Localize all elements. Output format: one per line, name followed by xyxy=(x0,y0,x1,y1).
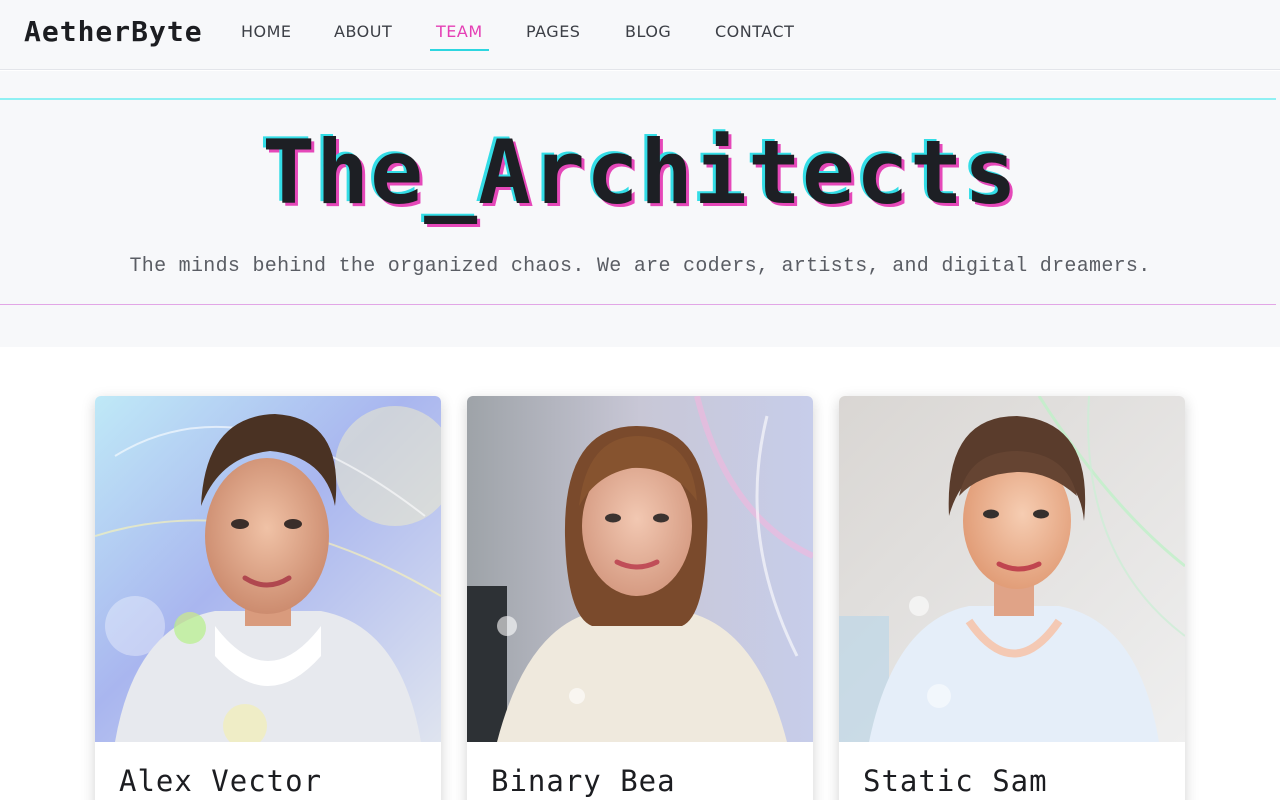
brand-logo[interactable]: AetherByte xyxy=(24,15,203,48)
nav-pages[interactable]: PAGES xyxy=(520,20,586,49)
member-name: Binary Bea xyxy=(491,764,676,798)
nav-contact[interactable]: CONTACT xyxy=(709,20,800,49)
team-card[interactable]: Alex Vector xyxy=(95,396,441,800)
portrait-woman-hoodie-updo xyxy=(839,396,1185,742)
member-name: Static Sam xyxy=(863,764,1048,798)
team-grid: Alex Vector Binary Bea Static Sam xyxy=(0,396,1280,800)
nav-team[interactable]: TEAM xyxy=(430,20,489,51)
team-card[interactable]: Binary Bea xyxy=(467,396,813,800)
top-navbar: AetherByte HOME ABOUT TEAM PAGES BLOG CO… xyxy=(0,0,1280,70)
nav-blog[interactable]: BLOG xyxy=(619,20,677,49)
hero-divider-bottom xyxy=(0,304,1276,305)
member-photo xyxy=(467,396,813,742)
team-card[interactable]: Static Sam xyxy=(839,396,1185,800)
nav-home[interactable]: HOME xyxy=(235,20,298,49)
member-photo xyxy=(839,396,1185,742)
hero-section: The_Architects The minds behind the orga… xyxy=(0,71,1280,347)
nav-about[interactable]: ABOUT xyxy=(328,20,398,49)
page-subtitle: The minds behind the organized chaos. We… xyxy=(129,255,1151,278)
member-name: Alex Vector xyxy=(119,764,323,798)
portrait-man-hoodie xyxy=(95,396,441,742)
page-title: The_Architects xyxy=(262,121,1018,224)
hero-divider-top xyxy=(0,98,1276,100)
portrait-woman-hoodie xyxy=(467,396,813,742)
member-photo xyxy=(95,396,441,742)
